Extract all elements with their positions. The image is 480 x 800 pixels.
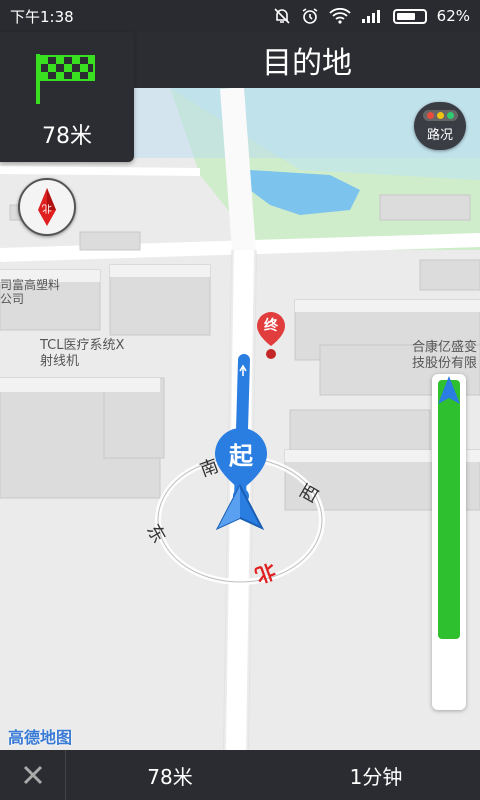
destination-title: 目的地 (262, 46, 352, 81)
amap-logo: 高德地图 (8, 728, 73, 747)
route-progress-bar (432, 374, 466, 710)
map-view[interactable]: 司富高塑料 公司 TCL医疗系统X 射线机 合康亿盛变 技股份有限 终 起 南 … (0, 88, 480, 750)
remaining-distance: 78米 (147, 764, 193, 789)
mute-bell-icon (274, 8, 290, 24)
signal-icon (361, 10, 380, 23)
end-marker[interactable]: 终 (255, 310, 287, 360)
poi-plastics-line2: 公司 (0, 292, 25, 306)
car-position-icon (215, 483, 265, 531)
status-bar: 下午1:38 62% (0, 0, 480, 32)
battery-icon (392, 8, 427, 24)
poi-tcl-line1: TCL医疗系统X (40, 338, 125, 353)
compass-needle-icon: 北 (38, 188, 56, 226)
poi-tcl: TCL医疗系统X 射线机 (40, 338, 124, 370)
progress-car-icon (438, 376, 460, 404)
compass-button[interactable]: 北 (18, 178, 76, 236)
route-progress-fill (438, 380, 460, 639)
traffic-light-icon (422, 109, 458, 121)
wifi-icon (329, 8, 351, 24)
turn-info-panel: 78米 (0, 32, 134, 162)
poi-hekang-line1: 合康亿盛变 (412, 340, 478, 355)
poi-hekang-line2: 技股份有限 (412, 356, 478, 371)
end-marker-label: 终 (264, 318, 278, 334)
status-icons: 62% (273, 7, 470, 25)
exit-navigation-button[interactable] (0, 750, 66, 800)
next-turn-distance: 78米 (42, 124, 92, 149)
poi-tcl-line2: 射线机 (40, 354, 80, 369)
traffic-toggle-button[interactable]: 路况 (414, 102, 466, 150)
poi-plastics-line1: 司富高塑料 (0, 278, 61, 292)
remaining-time: 1分钟 (349, 764, 403, 789)
poi-hekang: 合康亿盛变 技股份有限 (412, 340, 477, 372)
traffic-label: 路况 (426, 127, 453, 143)
alarm-icon (302, 8, 318, 24)
poi-plastics: 司富高塑料 公司 (0, 278, 60, 306)
status-time: 下午1:38 (10, 7, 74, 26)
start-marker-label: 起 (229, 442, 253, 470)
svg-text:北: 北 (42, 202, 52, 214)
close-icon (23, 765, 42, 785)
bottom-bar: 78米 1分钟 (0, 750, 480, 800)
battery-percent: 62% (436, 7, 470, 25)
finish-flag-icon (36, 54, 95, 104)
